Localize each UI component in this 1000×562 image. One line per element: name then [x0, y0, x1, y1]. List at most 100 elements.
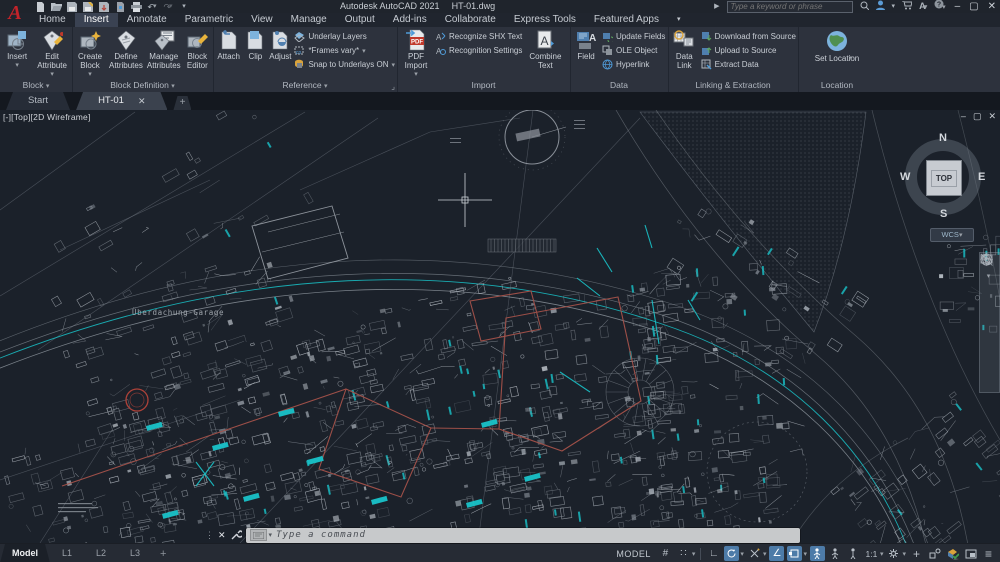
graphics-performance-icon[interactable]	[945, 546, 960, 561]
recognition-settings-button[interactable]: A Recognition Settings	[435, 44, 522, 57]
panel-label-import[interactable]: Import	[397, 79, 570, 92]
object-snap-icon[interactable]	[787, 546, 803, 561]
workspace-gear-icon[interactable]	[886, 546, 901, 561]
compass-south[interactable]: S	[940, 208, 947, 220]
recent-commands-icon[interactable]	[249, 529, 267, 541]
tab-express-tools[interactable]: Express Tools	[505, 13, 585, 27]
undo-icon[interactable]: ↶ ▾	[146, 1, 158, 13]
close-button[interactable]: ✕	[988, 1, 996, 13]
tab-output[interactable]: Output	[336, 13, 384, 27]
annotation-scale-value[interactable]: 1:1	[864, 546, 879, 561]
data-link-button[interactable]: Data Link	[670, 28, 699, 70]
pdf-import-button[interactable]: PDF PDF Import ▾	[399, 28, 433, 79]
command-caret-icon[interactable]: ▾	[269, 531, 273, 539]
scale-caret-icon[interactable]: ▾	[880, 550, 884, 558]
plot-icon[interactable]	[130, 1, 142, 13]
wcs-dropdown[interactable]: WCS ▾	[930, 228, 974, 242]
panel-label-block[interactable]: Block ▾	[0, 79, 72, 92]
compass-west[interactable]: W	[900, 171, 910, 183]
download-from-source-button[interactable]: Download from Source	[701, 30, 796, 43]
edit-attribute-button[interactable]: Edit Attribute ▾	[34, 28, 70, 79]
tab-manage[interactable]: Manage	[282, 13, 336, 27]
tab-annotate[interactable]: Annotate	[118, 13, 176, 27]
annotation-autoscale-icon[interactable]	[828, 546, 843, 561]
help-search-input[interactable]	[726, 0, 853, 13]
field-button[interactable]: A Field	[572, 28, 600, 61]
search-expand-icon[interactable]: ▶	[714, 1, 719, 13]
new-file-icon[interactable]	[34, 1, 46, 13]
doc-minimize-icon[interactable]: –	[961, 111, 966, 122]
isolate-objects-icon[interactable]	[927, 546, 942, 561]
polar-tracking-icon[interactable]	[724, 546, 740, 561]
autocad-app-button[interactable]: A	[2, 0, 28, 26]
tab-collaborate[interactable]: Collaborate	[436, 13, 505, 27]
autodesk-logo-icon[interactable]: A▾	[919, 0, 927, 14]
upload-to-source-button[interactable]: Upload to Source	[701, 44, 796, 57]
extract-data-button[interactable]: Extract Data	[701, 58, 796, 71]
panel-label-linking[interactable]: Linking & Extraction	[668, 79, 798, 92]
tab-featured-apps[interactable]: Featured Apps	[585, 13, 668, 27]
save-all-icon[interactable]	[98, 1, 110, 13]
manage-attributes-button[interactable]: Manage Attributes	[146, 28, 182, 70]
tab-parametric[interactable]: Parametric	[176, 13, 242, 27]
zoom-caret-icon[interactable]: ▾	[987, 272, 991, 280]
clean-screen-icon[interactable]	[963, 546, 978, 561]
viewcube-top-face[interactable]: TOP	[926, 160, 962, 196]
doc-close-icon[interactable]: ✕	[988, 111, 996, 122]
save-icon[interactable]	[66, 1, 78, 13]
recover-icon[interactable]	[114, 1, 126, 13]
frames-vary-button[interactable]: co *Frames vary* ▾	[294, 44, 395, 57]
clip-button[interactable]: Clip	[244, 28, 266, 61]
attach-button[interactable]: Attach	[215, 28, 242, 61]
help-icon[interactable]: ? ▾	[934, 0, 946, 14]
snap-caret-icon[interactable]: ▾	[692, 550, 696, 558]
customization-menu-icon[interactable]: ≡	[981, 546, 996, 561]
search-icon[interactable]	[860, 1, 869, 13]
layout-tab-l3[interactable]: L3	[118, 544, 152, 562]
block-editor-button[interactable]: Block Editor	[184, 28, 211, 70]
file-tab-start[interactable]: Start	[6, 92, 70, 110]
sign-in-icon[interactable]	[875, 0, 885, 13]
redo-icon[interactable]: ↷ ▾	[162, 1, 174, 13]
panel-label-data[interactable]: Data	[570, 79, 668, 92]
restore-button[interactable]: ▢	[969, 1, 978, 13]
ortho-mode-icon[interactable]: ∟	[706, 546, 721, 561]
command-close-icon[interactable]: ✕	[218, 530, 226, 541]
minimize-button[interactable]: –	[955, 1, 961, 13]
snap-mode-icon[interactable]: ∷	[676, 546, 691, 561]
compass-north[interactable]: N	[939, 132, 947, 144]
app-store-cart-icon[interactable]	[902, 0, 913, 13]
layout-tab-l1[interactable]: L1	[50, 544, 84, 562]
grid-display-icon[interactable]: #	[658, 546, 673, 561]
file-tab-ht01[interactable]: HT-01 ✕	[76, 92, 167, 110]
tab-insert[interactable]: Insert	[74, 13, 118, 27]
polar-caret-icon[interactable]: ▾	[740, 550, 744, 558]
file-tab-close-icon[interactable]: ✕	[138, 92, 146, 110]
command-customize-wrench-icon[interactable]	[230, 529, 242, 541]
isodraft-icon[interactable]	[747, 546, 762, 561]
viewcube[interactable]: N W E S TOP	[898, 132, 988, 222]
save-as-icon[interactable]	[82, 1, 94, 13]
new-layout-button[interactable]: +	[152, 548, 174, 560]
define-attributes-button[interactable]: Define Attributes	[108, 28, 144, 70]
tab-view[interactable]: View	[242, 13, 282, 27]
command-grip-icon[interactable]: ⋮	[205, 530, 214, 541]
combine-text-button[interactable]: A Combine Text	[524, 28, 566, 70]
osnap-caret-icon[interactable]: ▾	[803, 550, 807, 558]
panel-label-reference[interactable]: Reference ▾	[213, 79, 397, 92]
doc-restore-icon[interactable]: ▢	[973, 111, 982, 122]
show-motion-icon[interactable]	[980, 253, 993, 266]
command-input[interactable]: ▾ Type a command	[245, 527, 800, 543]
isodraft-caret-icon[interactable]: ▾	[763, 550, 767, 558]
annotation-visibility-icon[interactable]	[809, 546, 825, 561]
underlay-layers-button[interactable]: Underlay Layers	[294, 30, 395, 43]
create-block-button[interactable]: Create Block ▾	[74, 28, 106, 79]
adjust-button[interactable]: Adjust	[268, 28, 292, 61]
compass-east[interactable]: E	[978, 171, 985, 183]
drawing-canvas[interactable]: Überdachung-Garage [-][Top][2D Wireframe…	[0, 110, 1000, 543]
ribbon-display-caret-icon[interactable]: ▾	[668, 13, 690, 27]
recognize-shx-button[interactable]: A Recognize SHX Text	[435, 30, 522, 43]
qat-customize-icon[interactable]: ▾	[178, 1, 190, 13]
hyperlink-button[interactable]: Hyperlink	[602, 58, 665, 71]
annotation-scale-icon[interactable]	[846, 546, 861, 561]
